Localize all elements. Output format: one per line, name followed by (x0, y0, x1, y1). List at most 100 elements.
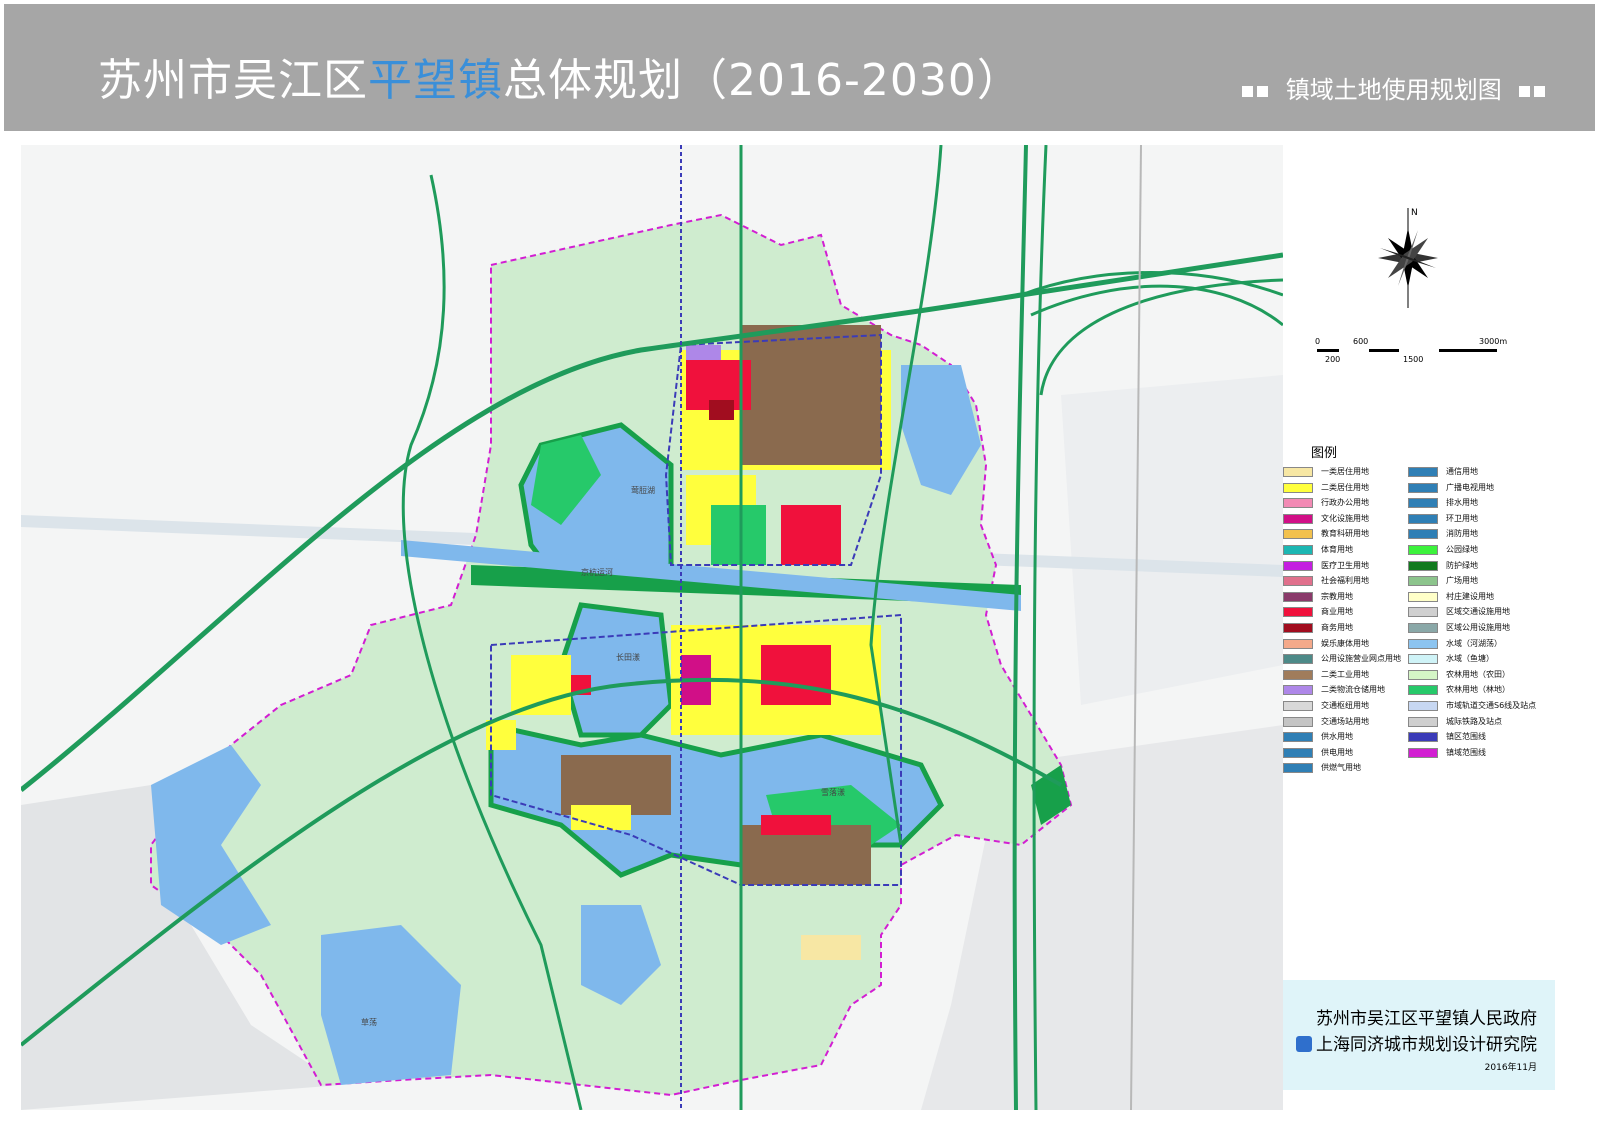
legend-label: 城际铁路及站点 (1446, 716, 1502, 726)
commercial-zone (761, 815, 831, 835)
legend-swatch (1283, 545, 1313, 555)
legend-swatch (1408, 732, 1438, 743)
legend-label: 公园绿地 (1446, 545, 1478, 554)
residential-zone (801, 935, 861, 960)
compass-star-icon (1378, 228, 1438, 288)
legend-label: 商业用地 (1321, 607, 1353, 617)
scale-label: 1500 (1403, 355, 1424, 364)
publish-date: 2016年11月 (1484, 1063, 1537, 1073)
legend-swatch (1283, 623, 1313, 633)
legend-label: 二类工业用地 (1321, 669, 1369, 679)
legend-swatch (1408, 623, 1438, 633)
legend-swatch (1283, 701, 1313, 711)
label-canal: 京杭运河 (581, 567, 613, 577)
legend-label: 二类物流仓储用地 (1321, 685, 1385, 695)
legend-swatch (1283, 591, 1313, 602)
commercial-zone (761, 645, 831, 705)
legend-swatch (1408, 529, 1438, 540)
legend-label: 公用设施营业网点用地 (1321, 654, 1401, 664)
decor-square (1534, 85, 1545, 97)
legend-swatch (1408, 467, 1438, 477)
legend-label: 医疗卫生用地 (1321, 560, 1369, 570)
legend-swatch (1408, 607, 1438, 618)
legend-panel: N 0 600 3000m 200 1500 图例 一类居住用地 二类居住用地 行政… (1283, 145, 1581, 980)
legend-label: 通信用地 (1446, 467, 1478, 476)
decor-square (1242, 85, 1254, 97)
legend-label: 交通场站用地 (1321, 716, 1369, 726)
legend-label: 供水用地 (1321, 732, 1353, 742)
legend-swatch (1408, 747, 1438, 758)
legend-label: 防护绿地 (1446, 560, 1478, 570)
legend-label: 一类居住用地 (1321, 467, 1369, 476)
legend-label: 市域轨道交通S6线及站点 (1446, 701, 1537, 710)
residential-zone (511, 655, 571, 715)
legend-swatch (1408, 545, 1438, 555)
legend-swatch (1408, 576, 1438, 587)
land-use-map: 莺脰湖 长田漾 雪落漾 草荡 京杭运河 (21, 145, 1283, 1110)
lake-west-central (558, 602, 674, 738)
legend-swatch (1283, 669, 1313, 680)
label-lake-central: 雪落漾 (821, 787, 845, 797)
legend-swatch (1283, 732, 1313, 743)
legend-swatch (1283, 467, 1313, 477)
legend-label: 商务用地 (1321, 623, 1353, 632)
legend-title: 图例 (1311, 446, 1338, 461)
legend-label: 广场用地 (1446, 576, 1478, 586)
scale-label: 3000m (1479, 337, 1508, 346)
legend-swatch (1283, 638, 1313, 649)
legend-label: 交通枢纽用地 (1321, 701, 1369, 710)
industrial-zone (741, 325, 881, 465)
legend-swatch (1283, 529, 1313, 540)
legend-swatch (1408, 701, 1438, 711)
business-zone (709, 400, 734, 420)
legend-swatch (1408, 716, 1438, 727)
legend-swatch (1408, 669, 1438, 680)
legend-swatch (1283, 576, 1313, 587)
scale-bar-segment (1339, 349, 1369, 352)
title-prefix: 苏州市吴江区 (98, 55, 368, 106)
legend-label: 排水用地 (1446, 498, 1478, 508)
title-suffix: 总体规划（2016-2030） (503, 55, 1022, 106)
legend-swatch (1408, 498, 1438, 509)
legend-swatch (1283, 716, 1313, 727)
north-label: N (1411, 208, 1418, 218)
legend-label: 农林用地（林地） (1446, 685, 1510, 695)
legend-label: 区域公用设施用地 (1446, 623, 1510, 632)
institute-name: 上海同济城市规划设计研究院 (1316, 1035, 1537, 1055)
legend-label: 教育科研用地 (1321, 529, 1369, 539)
legend-swatch (1283, 498, 1313, 509)
scale-bar-segment (1399, 349, 1439, 352)
compass-rose: N (1378, 208, 1438, 308)
scale-label: 0 (1315, 337, 1321, 346)
legend-swatch (1283, 482, 1313, 493)
legend-label: 供电用地 (1321, 747, 1353, 757)
legend-label: 行政办公用地 (1321, 498, 1369, 508)
legend-swatch (1283, 513, 1313, 524)
legend-label: 镇区范围线 (1446, 732, 1486, 742)
legend-label: 广播电视用地 (1446, 482, 1494, 492)
legend-swatch (1408, 482, 1438, 493)
legend-swatch (1408, 513, 1438, 524)
government-name: 苏州市吴江区平望镇人民政府 (1316, 1009, 1537, 1029)
title-highlight: 平望镇 (368, 55, 503, 106)
legend-label: 消防用地 (1446, 529, 1478, 539)
credits-panel: 苏州市吴江区平望镇人民政府 上海同济城市规划设计研究院 2016年11月 (1283, 980, 1555, 1090)
legend-swatch (1408, 591, 1438, 602)
subtitle-text: 镇域土地使用规划图 (1285, 76, 1502, 104)
legend-label: 二类居住用地 (1321, 482, 1369, 492)
legend-label: 宗教用地 (1321, 591, 1353, 601)
legend-swatch (1283, 654, 1313, 665)
legend-swatch (1283, 763, 1313, 774)
label-lake-north: 莺脰湖 (631, 485, 655, 495)
scale-bar: 0 600 3000m 200 1500 (1315, 337, 1508, 367)
legend-swatch (1283, 685, 1313, 696)
legend-swatch (1408, 638, 1438, 649)
legend-swatch (1408, 560, 1438, 571)
legend-label: 村庄建设用地 (1446, 591, 1494, 601)
legend-label: 农林用地（农田） (1446, 669, 1510, 679)
institute-line: 上海同济城市规划设计研究院 (1296, 1030, 1537, 1055)
legend-label: 水域（鱼塘） (1446, 654, 1494, 664)
legend-swatch (1283, 560, 1313, 571)
label-lake-west-central: 长田漾 (616, 652, 640, 662)
commercial-zone (781, 505, 841, 565)
